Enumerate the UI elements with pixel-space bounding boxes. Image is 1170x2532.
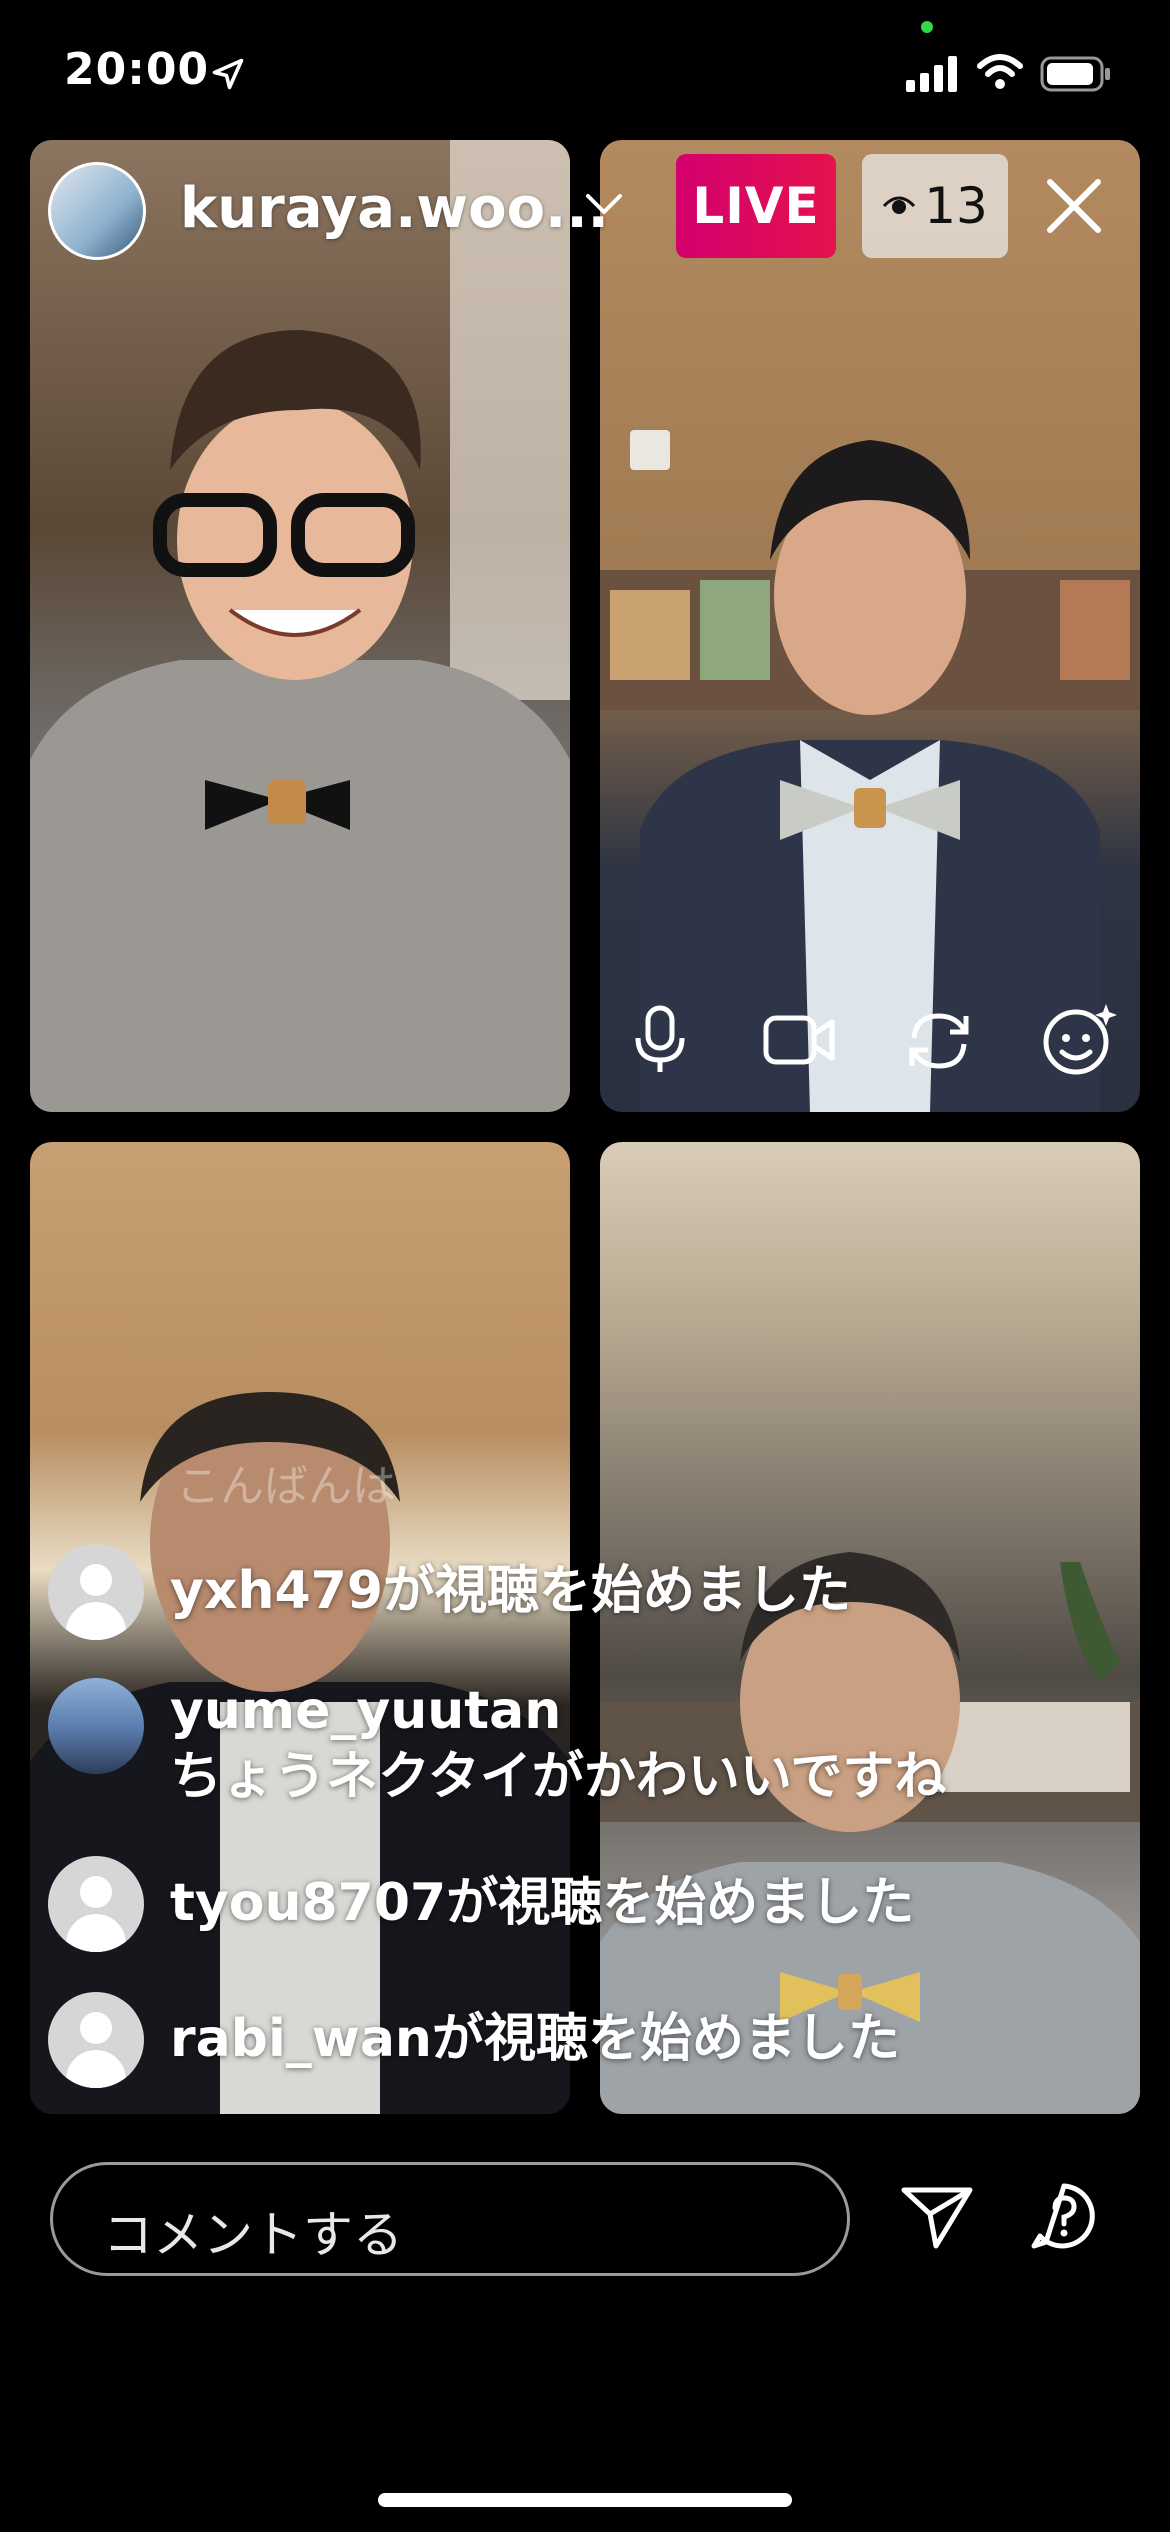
comment-item: yxh479が視聴を始めました: [48, 1544, 851, 1640]
clock: 20:00: [64, 44, 210, 95]
chevron-down-icon[interactable]: [584, 190, 624, 218]
default-avatar-icon[interactable]: [48, 1856, 144, 1952]
video-camera-icon[interactable]: [762, 1010, 838, 1070]
comment-username[interactable]: yxh479: [170, 1561, 383, 1621]
home-indicator[interactable]: [378, 2493, 792, 2507]
live-badge: LIVE: [676, 154, 836, 258]
microphone-icon[interactable]: [630, 1004, 690, 1076]
comment-placeholder: コメントする: [103, 2206, 403, 2264]
flip-camera-icon[interactable]: [904, 1006, 974, 1076]
viewer-count-badge[interactable]: 13: [862, 154, 1008, 258]
send-icon[interactable]: [900, 2184, 974, 2250]
comment-username[interactable]: rabi_wan: [170, 2009, 432, 2069]
comment-input[interactable]: コメントする: [50, 2162, 850, 2276]
default-avatar-icon[interactable]: [48, 1544, 144, 1640]
comment-username[interactable]: yume_yuutan: [170, 1678, 946, 1744]
comment-item: tyou8707が視聴を始めました: [48, 1856, 914, 1952]
comment-item: yume_yuutan ちょうネクタイがかわいいですね: [48, 1678, 946, 1810]
comment-item: rabi_wanが視聴を始めました: [48, 1992, 900, 2088]
status-bar: 20:00: [0, 0, 1170, 140]
host-avatar[interactable]: [48, 162, 146, 260]
participant-video-image: [600, 430, 1140, 1112]
participant-video-image: [30, 140, 570, 1112]
video-tile-host[interactable]: [30, 140, 570, 1112]
battery-icon: [1040, 56, 1110, 92]
default-avatar-icon[interactable]: [48, 1992, 144, 2088]
close-icon[interactable]: [1044, 176, 1104, 236]
viewer-count: 13: [924, 177, 988, 235]
comment-username[interactable]: tyou8707: [170, 1873, 446, 1933]
comment-message: ちょうネクタイがかわいいですね: [170, 1747, 947, 1807]
user-avatar[interactable]: [48, 1678, 144, 1774]
effects-face-icon[interactable]: [1040, 1000, 1120, 1080]
cellular-signal-icon: [906, 56, 957, 92]
comment-message: が視聴を始めました: [383, 1561, 852, 1621]
fading-comment: こんばんは: [176, 1461, 396, 1512]
green-dot-indicator: [921, 21, 933, 33]
comment-message: が視聴を始めました: [431, 2009, 900, 2069]
question-icon[interactable]: [1028, 2180, 1100, 2252]
location-arrow-icon: [212, 58, 244, 90]
host-username[interactable]: kuraya.woo...: [180, 176, 609, 241]
comment-message: が視聴を始めました: [446, 1873, 915, 1933]
video-tile-guest-1[interactable]: [600, 140, 1140, 1112]
eye-icon: [883, 196, 916, 214]
wifi-icon: [977, 54, 1023, 89]
